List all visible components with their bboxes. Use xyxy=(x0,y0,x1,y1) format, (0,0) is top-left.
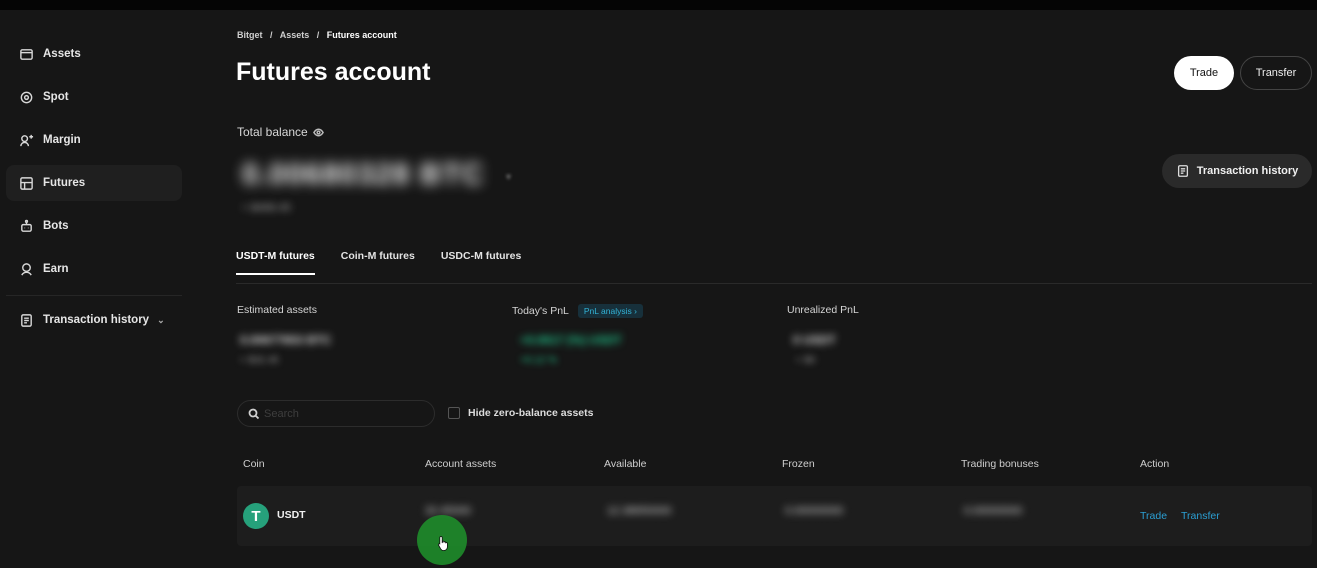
earn-icon xyxy=(18,261,34,277)
hide-zero-checkbox[interactable] xyxy=(448,407,460,419)
estimated-assets-fiat: ≈ $32.45 xyxy=(240,355,279,366)
eye-icon[interactable] xyxy=(312,127,324,138)
total-balance-label: Total balance xyxy=(237,125,324,139)
search-box[interactable] xyxy=(237,400,435,427)
total-balance-fiat: ≈ $468.45 xyxy=(242,202,291,214)
wallet-icon xyxy=(18,46,34,62)
breadcrumb: Bitget / Assets / Futures account xyxy=(237,30,402,40)
total-balance-value: 0.00680328 BTC xyxy=(242,158,485,191)
caret-down-icon[interactable]: ▾ xyxy=(506,172,511,183)
transaction-history-label: Transaction history xyxy=(1196,165,1299,177)
sidebar-item-futures[interactable]: Futures xyxy=(6,165,182,201)
hide-zero-balance-toggle[interactable]: Hide zero-balance assets xyxy=(448,407,593,419)
table-header-available: Available xyxy=(604,458,647,470)
todays-pnl-value: +0.0617 (%) USDT xyxy=(520,333,622,347)
todays-pnl-text: Today's PnL xyxy=(512,305,569,317)
main-content: Bitget / Assets / Futures account Future… xyxy=(190,10,1317,568)
top-bar xyxy=(0,0,1317,10)
trade-button[interactable]: Trade xyxy=(1174,56,1234,90)
total-balance-text: Total balance xyxy=(237,125,308,139)
sidebar-item-label: Spot xyxy=(43,91,69,103)
unrealized-pnl-fiat: ≈ $0 xyxy=(796,355,816,366)
tab-usdt-m-futures[interactable]: USDT-M futures xyxy=(236,250,315,275)
unrealized-pnl-value: 0 USDT xyxy=(793,333,836,347)
tab-coin-m-futures[interactable]: Coin-M futures xyxy=(341,250,415,275)
table-row: T USDT 32.45000 12.38650000 0.00000000 0… xyxy=(237,486,1312,546)
search-input[interactable] xyxy=(264,407,424,420)
sidebar-item-label: Transaction history xyxy=(43,314,150,326)
table-header-coin: Coin xyxy=(243,458,265,470)
breadcrumb-separator: / xyxy=(316,30,320,40)
row-transfer-link[interactable]: Transfer xyxy=(1181,510,1220,522)
sidebar-item-label: Bots xyxy=(43,220,69,232)
breadcrumb-link-bitget[interactable]: Bitget xyxy=(237,30,263,40)
chevron-down-icon: ⌄ xyxy=(157,314,165,325)
estimated-assets-value: 0.00677653 BTC xyxy=(240,333,332,347)
sidebar-item-bots[interactable]: Bots xyxy=(6,208,182,244)
transaction-history-button[interactable]: Transaction history xyxy=(1162,154,1312,188)
sidebar-item-label: Earn xyxy=(43,263,69,275)
coin-name: USDT xyxy=(277,509,306,521)
table-header-action: Action xyxy=(1140,458,1170,470)
receipt-icon xyxy=(18,312,34,328)
sidebar-item-label: Assets xyxy=(43,48,81,60)
trading-bonuses-value: 0.00000000 xyxy=(964,505,1023,517)
available-value: 12.38650000 xyxy=(607,505,672,517)
hand-cursor-icon xyxy=(438,536,448,551)
pnl-analysis-label: PnL analysis xyxy=(583,306,632,316)
sidebar-item-label: Futures xyxy=(43,177,86,189)
sidebar-item-spot[interactable]: Spot xyxy=(6,79,182,115)
transfer-button[interactable]: Transfer xyxy=(1240,56,1312,90)
breadcrumb-link-assets[interactable]: Assets xyxy=(280,30,310,40)
row-trade-link[interactable]: Trade xyxy=(1140,510,1167,522)
breadcrumb-current: Futures account xyxy=(326,30,397,40)
spot-icon xyxy=(18,89,34,105)
unrealized-pnl-label: Unrealized PnL xyxy=(787,304,859,316)
futures-icon xyxy=(18,175,34,191)
tab-usdc-m-futures[interactable]: USDC-M futures xyxy=(441,250,522,275)
search-icon xyxy=(248,408,260,419)
sidebar-item-earn[interactable]: Earn xyxy=(6,251,182,287)
sidebar-item-label: Margin xyxy=(43,134,81,146)
todays-pnl-percent: +0.12 % xyxy=(520,355,557,366)
estimated-assets-label: Estimated assets xyxy=(237,304,317,316)
breadcrumb-separator: / xyxy=(270,30,273,40)
sidebar-item-transaction-history[interactable]: Transaction history ⌄ xyxy=(6,302,182,338)
tether-icon: T xyxy=(243,503,269,529)
margin-icon xyxy=(18,132,34,148)
table-header-account-assets: Account assets xyxy=(425,458,497,470)
table-header-frozen: Frozen xyxy=(782,458,815,470)
pnl-analysis-button[interactable]: PnL analysis › xyxy=(577,304,643,318)
todays-pnl-label: Today's PnL PnL analysis › xyxy=(512,304,643,318)
sidebar-item-margin[interactable]: Margin xyxy=(6,122,182,158)
hide-zero-label: Hide zero-balance assets xyxy=(468,407,594,419)
sidebar: Assets Spot Margin Futures Bots Earn Tra… xyxy=(0,10,190,568)
receipt-icon xyxy=(1177,165,1188,177)
sidebar-item-assets[interactable]: Assets xyxy=(6,36,182,72)
bot-icon xyxy=(18,218,34,234)
frozen-value: 0.00000000 xyxy=(785,505,844,517)
page-title: Futures account xyxy=(236,58,431,86)
table-header-trading-bonuses: Trading bonuses xyxy=(961,458,1039,470)
futures-tabs: USDT-M futures Coin-M futures USDC-M fut… xyxy=(236,250,547,275)
sidebar-divider xyxy=(6,295,182,296)
tabs-divider xyxy=(236,283,1312,284)
